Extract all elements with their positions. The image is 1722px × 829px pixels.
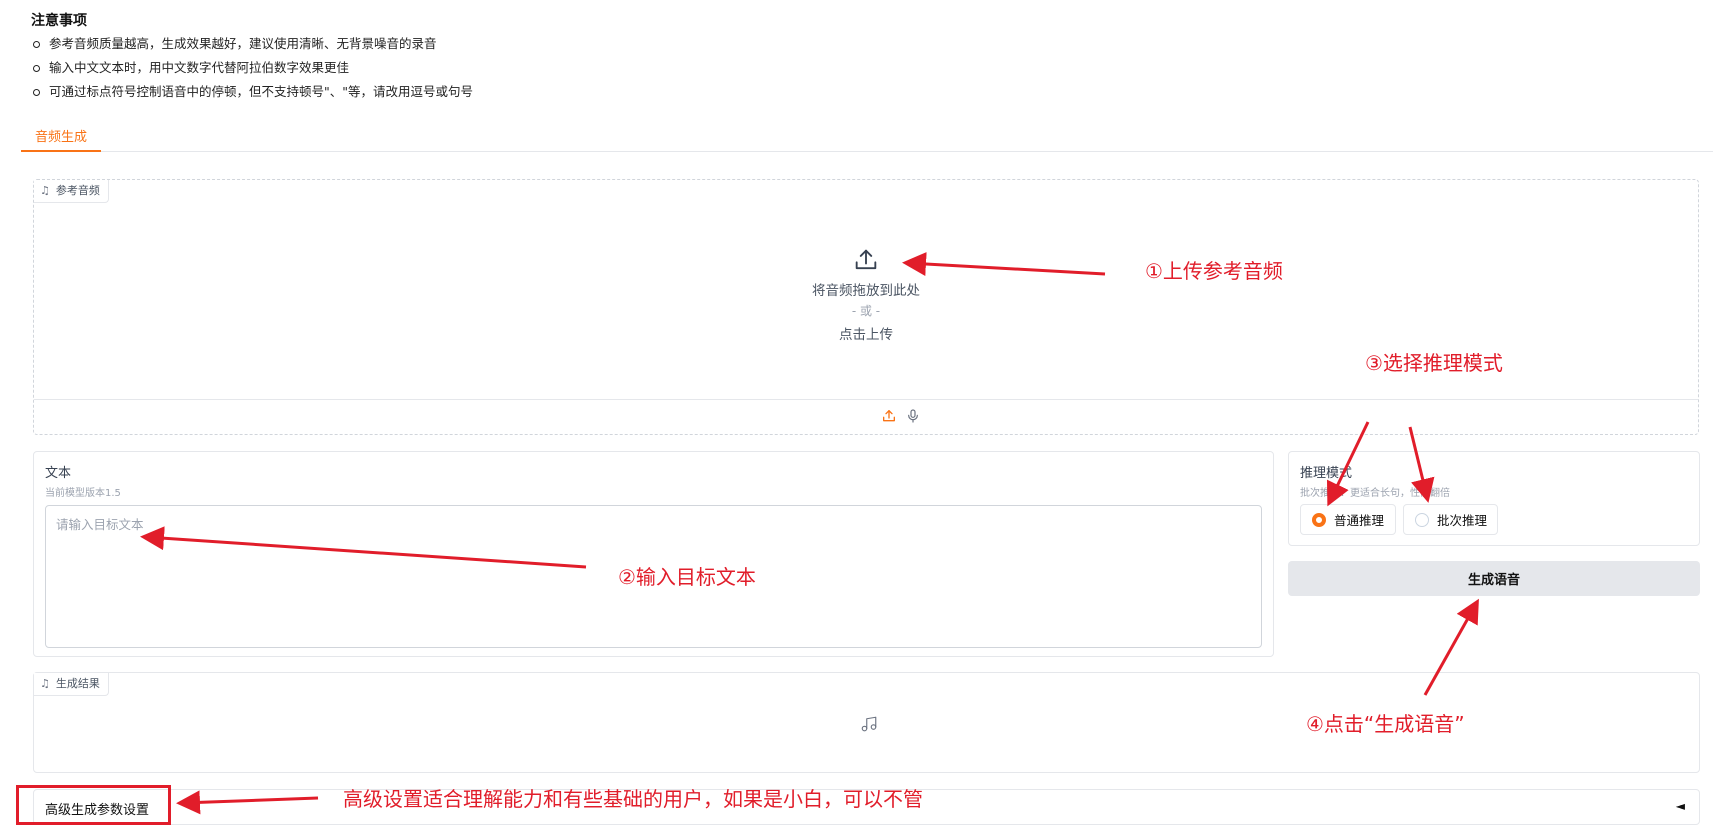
text-panel: 文本 当前模型版本1.5: [33, 451, 1274, 657]
tab-divider: [21, 151, 1713, 152]
notes-title: 注意事项: [31, 13, 87, 29]
note-item: 输入中文文本时，用中文数字代替阿拉伯数字效果更佳: [31, 58, 473, 82]
click-upload-hint: 点击上传: [839, 327, 893, 343]
upload-source-icon[interactable]: [881, 408, 897, 424]
upload-icon: [855, 249, 877, 270]
radio-unchecked-icon: [1415, 512, 1429, 527]
result-label: ♫ 生成结果: [34, 673, 109, 696]
drop-hint: 将音频拖放到此处: [812, 283, 920, 299]
notes-list: 参考音频质量越高，生成效果越好，建议使用清晰、无背景噪音的录音 输入中文文本时，…: [31, 34, 473, 106]
model-version-info: 当前模型版本1.5: [45, 488, 121, 499]
annotation-text: ②输入目标文本: [618, 565, 756, 589]
note-item: 参考音频质量越高，生成效果越好，建议使用清晰、无背景噪音的录音: [31, 34, 473, 58]
annotation-mode: ③选择推理模式: [1365, 351, 1503, 375]
reference-audio-label: ♫ 参考音频: [34, 180, 109, 203]
collapse-arrow-icon[interactable]: ◄: [1676, 799, 1685, 813]
microphone-icon[interactable]: [905, 408, 921, 424]
radio-label: 普通推理: [1334, 513, 1385, 528]
note-item: 可通过标点符号控制语音中的停顿，但不支持顿号"、"等，请改用逗号或句号: [31, 82, 473, 106]
reference-audio-label-text: 参考音频: [55, 184, 100, 197]
radio-batch-inference[interactable]: 批次推理: [1403, 504, 1498, 535]
or-separator: - 或 -: [851, 304, 881, 318]
text-label: 文本: [45, 466, 72, 481]
radio-label: 批次推理: [1437, 513, 1488, 528]
tab-audio-generation[interactable]: 音频生成: [21, 126, 101, 152]
annotation-highlight-box: [16, 785, 171, 825]
generate-speech-button[interactable]: 生成语音: [1288, 561, 1700, 596]
annotation-upload: ①上传参考音频: [1145, 259, 1283, 283]
annotation-generate: ④点击“生成语音”: [1306, 712, 1465, 736]
result-label-text: 生成结果: [55, 677, 100, 690]
music-note-icon: ♫: [40, 184, 50, 197]
inference-mode-info: 批次推理：更适合长句，性能翻倍: [1300, 488, 1450, 499]
reference-audio-panel: 将音频拖放到此处 - 或 - 点击上传 ♫ 参考音频: [33, 179, 1699, 435]
inference-mode-label: 推理模式: [1300, 466, 1353, 481]
annotation-advanced: 高级设置适合理解能力和有些基础的用户，如果是小白，可以不管: [343, 787, 923, 811]
music-note-icon: [861, 716, 877, 732]
music-note-icon: ♫: [40, 677, 50, 690]
inference-mode-panel: 推理模式 批次推理：更适合长句，性能翻倍 普通推理 批次推理: [1288, 451, 1700, 546]
radio-checked-icon: [1312, 512, 1326, 527]
source-divider: [34, 399, 1698, 400]
radio-normal-inference[interactable]: 普通推理: [1300, 504, 1396, 535]
